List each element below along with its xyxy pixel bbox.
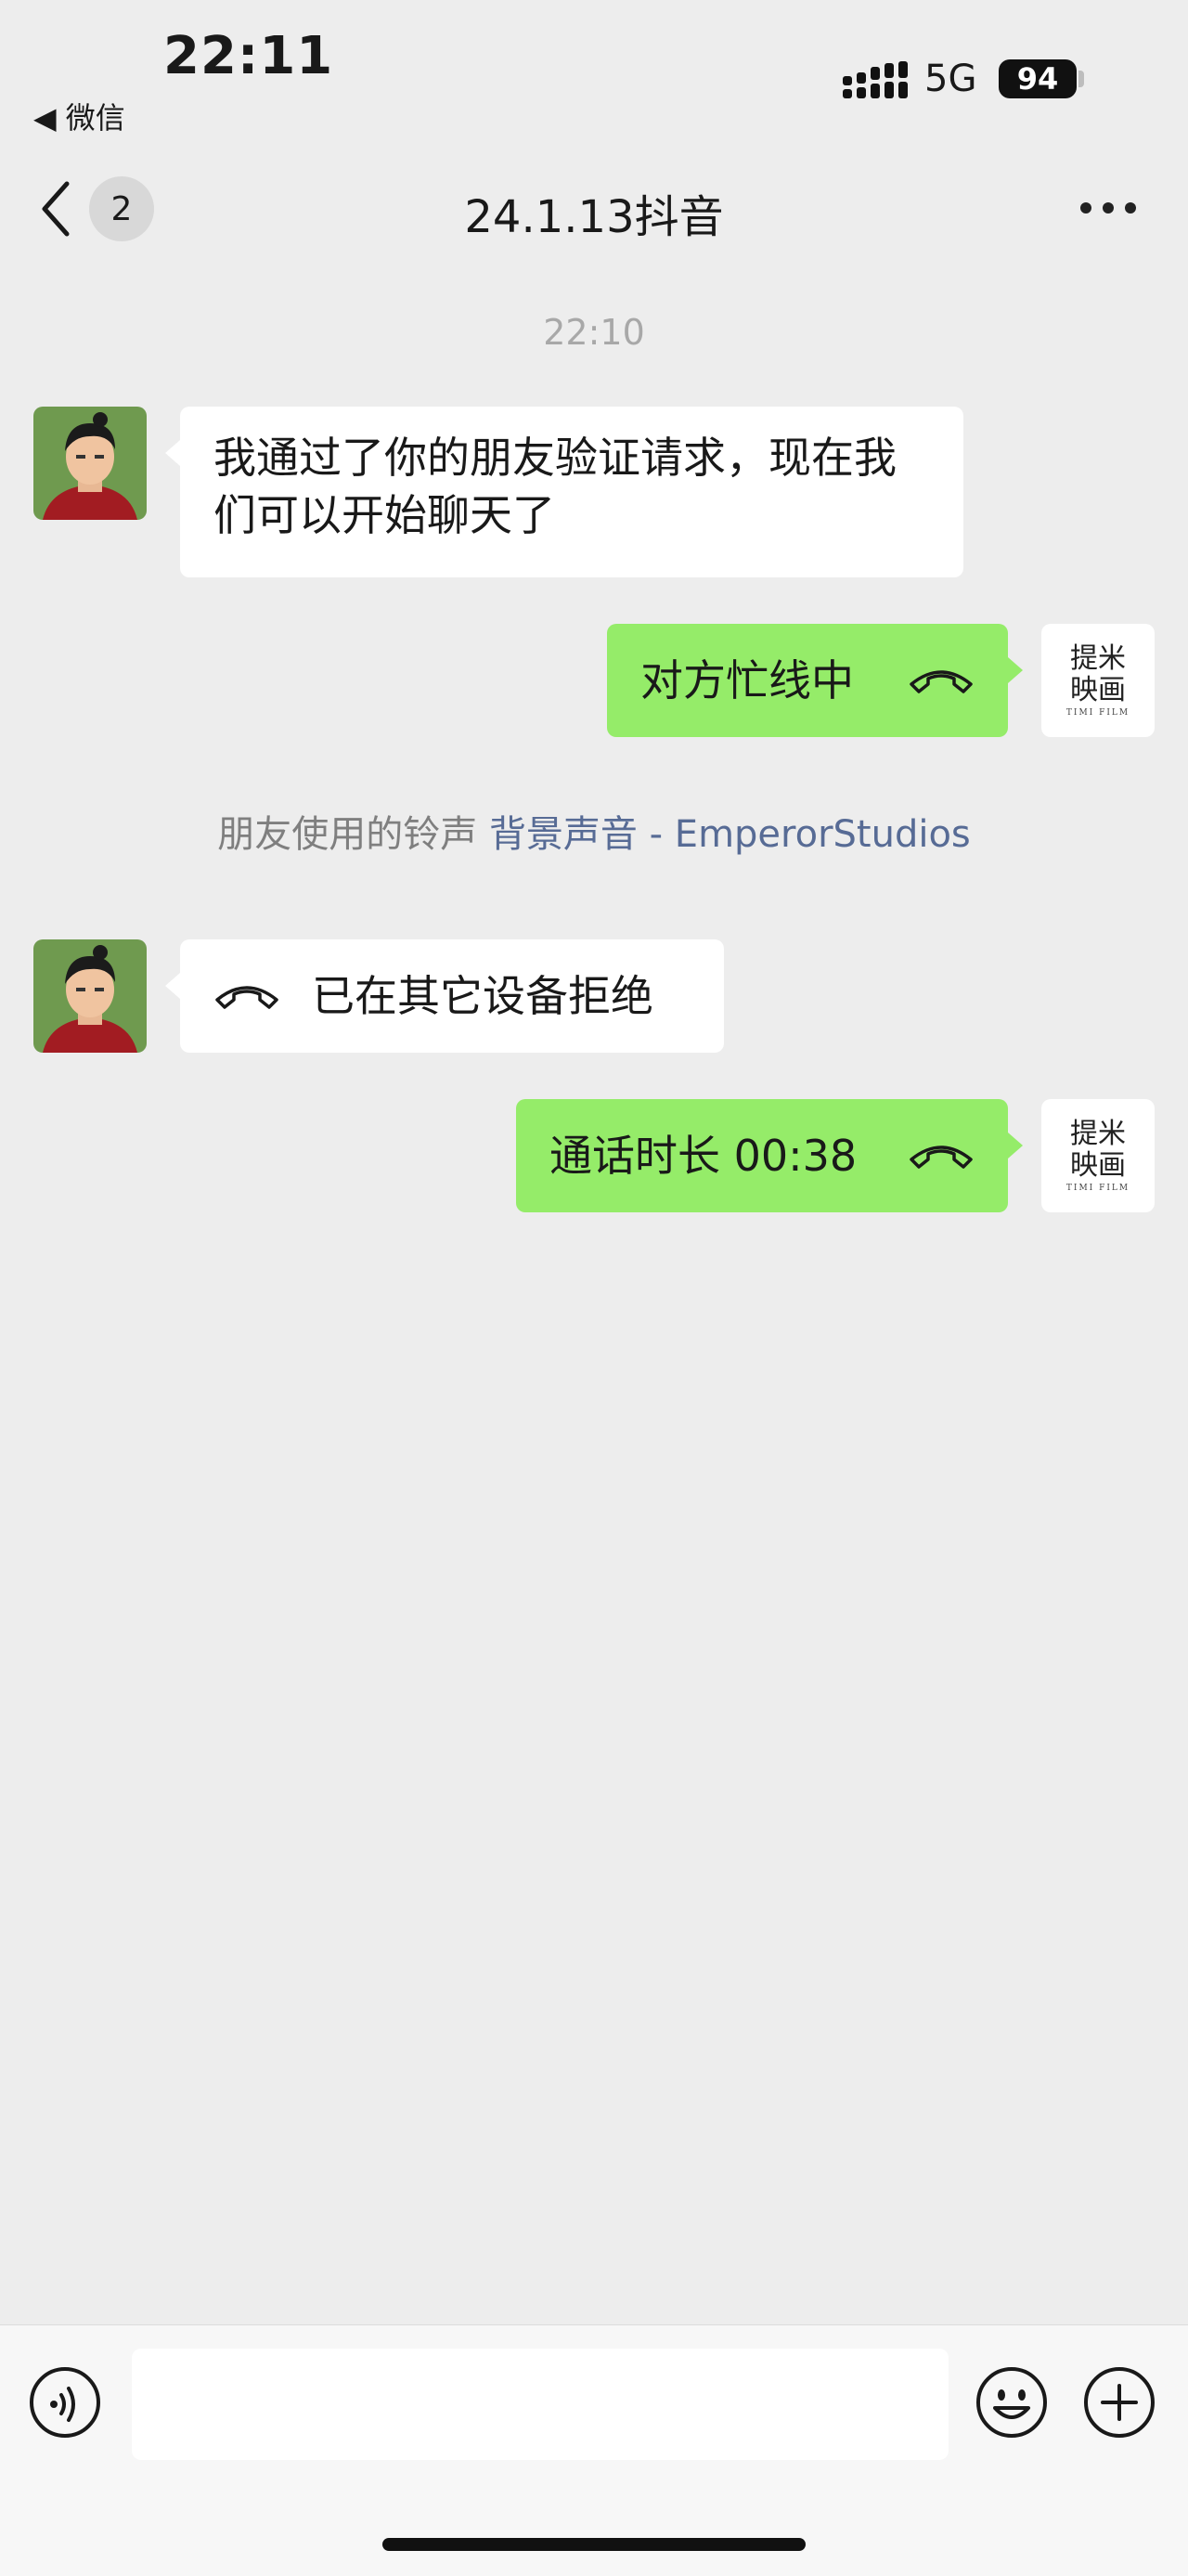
more-dots-icon[interactable]: [1080, 202, 1136, 215]
message-text: 对方忙线中: [640, 655, 854, 705]
self-avatar[interactable]: 提米 映画 TIMI FILM: [1041, 1099, 1155, 1212]
self-avatar-logo-line2: 映画: [1070, 674, 1126, 706]
self-avatar-logo-line3: TIMI FILM: [1065, 708, 1130, 718]
back-to-app-link[interactable]: ◀ 微信: [33, 95, 125, 137]
chat-title: 24.1.13抖音: [464, 191, 724, 243]
system-notice: 朋友使用的铃声 背景声音 - EmperorStudios: [0, 804, 1188, 858]
contact-avatar-image: [33, 939, 147, 1053]
plus-icon[interactable]: [1082, 2365, 1156, 2440]
phone-hangup-icon: [910, 670, 973, 693]
contact-avatar-image: [33, 407, 147, 520]
signal-icon: [843, 61, 908, 98]
self-avatar-logo-line3: TIMI FILM: [1065, 1184, 1130, 1193]
message-text: 我通过了你的朋友验证请求，现在我们可以开始聊天了: [213, 433, 897, 540]
self-avatar-logo-line2: 映画: [1070, 1149, 1126, 1182]
battery-indicator: 94: [999, 59, 1077, 98]
call-bubble-received[interactable]: 已在其它设备拒绝: [165, 939, 724, 1053]
battery-tip: [1078, 71, 1084, 87]
phone-hangup-icon: [910, 1146, 973, 1169]
back-to-app-label: ◀ 微信: [33, 100, 125, 136]
ringtone-link[interactable]: 背景声音 - EmperorStudios: [489, 813, 971, 856]
self-avatar[interactable]: 提米 映画 TIMI FILM: [1041, 624, 1155, 737]
home-indicator[interactable]: [382, 2538, 806, 2551]
message-timestamp: 22:10: [543, 312, 645, 353]
message-text: 通话时长 00:38: [549, 1131, 858, 1181]
battery-level: 94: [1016, 61, 1059, 97]
message-bubble-received[interactable]: 我通过了你的朋友验证请求，现在我们可以开始聊天了: [165, 407, 963, 577]
network-type: 5G: [924, 58, 977, 100]
status-time: 22:11: [163, 26, 334, 86]
call-bubble-sent[interactable]: 通话时长 00:38: [516, 1099, 1023, 1212]
system-notice-text: 朋友使用的铃声: [217, 813, 489, 856]
self-avatar-logo-line1: 提米: [1070, 1118, 1126, 1150]
message-input[interactable]: [132, 2349, 949, 2460]
contact-avatar[interactable]: [33, 939, 147, 1053]
call-bubble-sent[interactable]: 对方忙线中: [607, 624, 1023, 737]
self-avatar-logo-line1: 提米: [1070, 642, 1126, 675]
message-text: 已在其它设备拒绝: [312, 971, 653, 1021]
emoji-icon[interactable]: [975, 2365, 1049, 2440]
phone-hangup-icon: [215, 986, 278, 1009]
contact-avatar[interactable]: [33, 407, 147, 520]
voice-icon[interactable]: [28, 2365, 102, 2440]
